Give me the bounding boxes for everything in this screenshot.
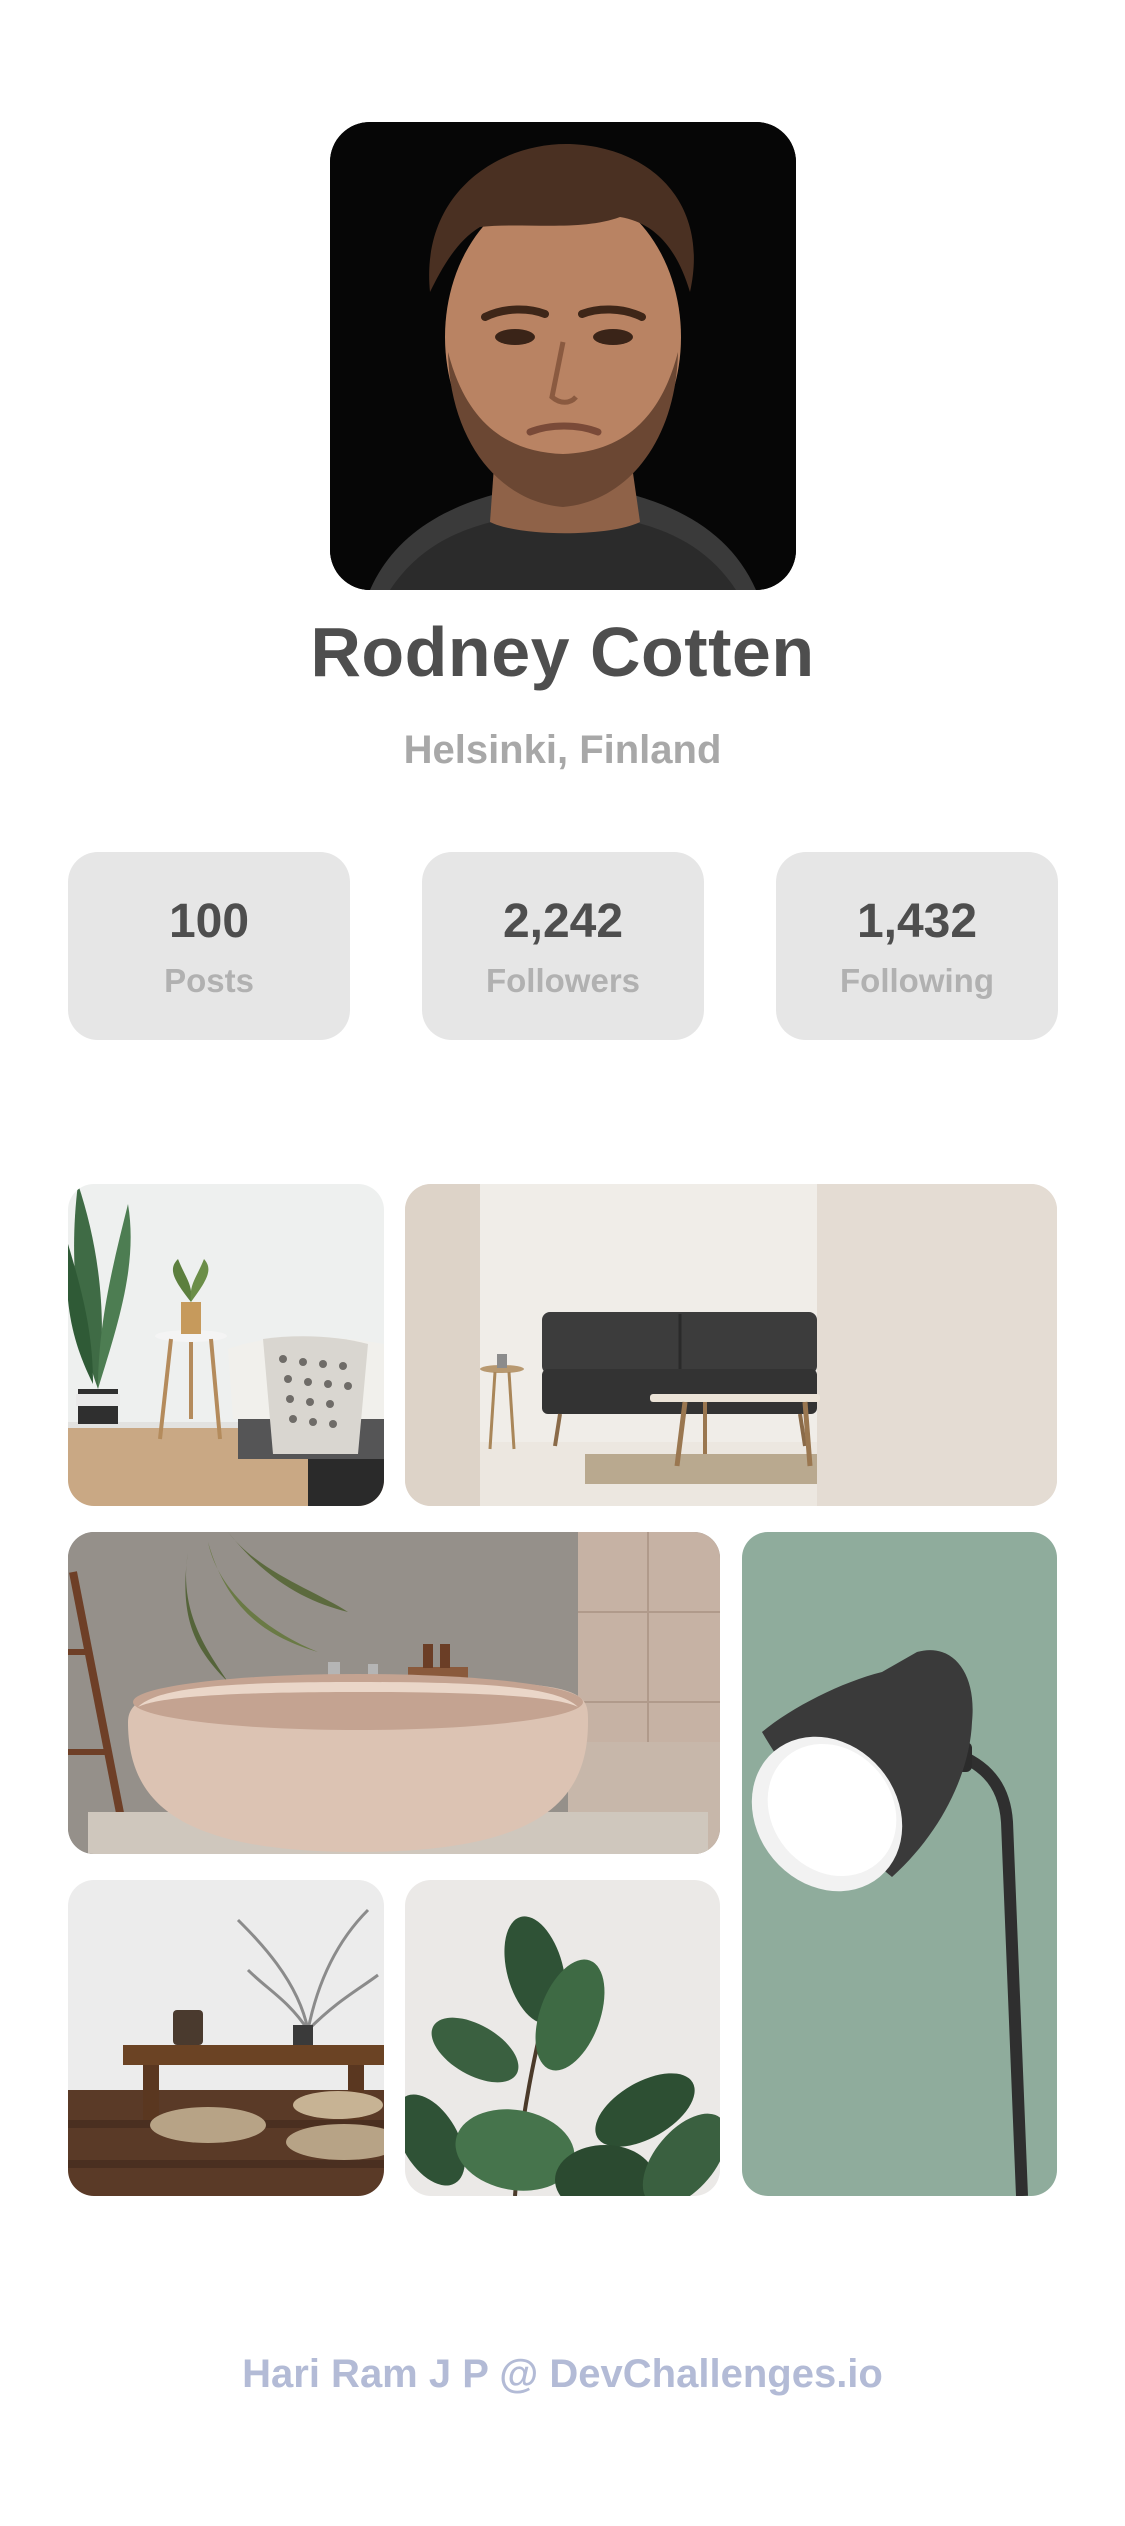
footer-credit[interactable]: Hari Ram J P @ DevChallenges.io: [0, 2352, 1125, 2397]
gallery-photo-living-room[interactable]: [405, 1184, 1057, 1506]
stat-card-posts[interactable]: 100 Posts: [68, 852, 350, 1040]
stat-value: 1,432: [856, 895, 978, 948]
stat-card-followers[interactable]: 2,242 Followers: [422, 852, 704, 1040]
gallery-photo-bathroom[interactable]: [68, 1532, 720, 1854]
stat-value: 2,242: [502, 895, 624, 948]
gallery-photo-plant[interactable]: [405, 1880, 720, 2196]
stat-label: Following: [840, 962, 994, 999]
gallery-photo-lamp[interactable]: [742, 1532, 1057, 2196]
stat-label: Posts: [164, 962, 254, 999]
profile-page: Rodney Cotten Helsinki, Finland 100 Post…: [0, 0, 1125, 2526]
stat-label: Followers: [485, 962, 641, 999]
gallery-photo-bench-room[interactable]: [68, 1880, 384, 2196]
profile-name: Rodney Cotten: [310, 613, 815, 691]
gallery-photo-bedroom[interactable]: [68, 1184, 384, 1506]
avatar: [330, 122, 796, 590]
profile-location: Helsinki, Finland: [403, 728, 722, 772]
stat-value: 100: [168, 895, 250, 948]
stat-card-following[interactable]: 1,432 Following: [776, 852, 1058, 1040]
